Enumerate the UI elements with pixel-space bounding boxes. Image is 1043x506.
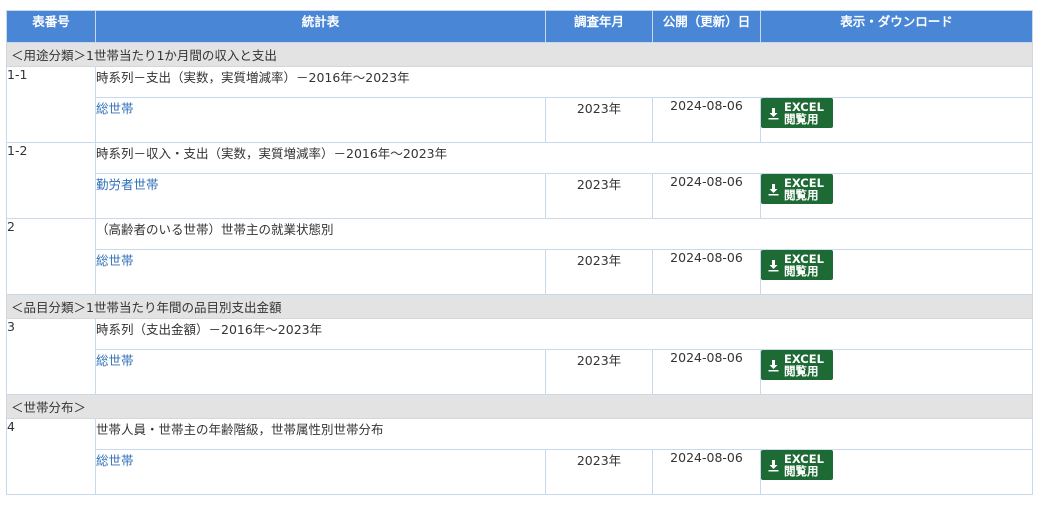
table-title: 時系列（支出金額）－2016年～2023年 [95,318,1033,350]
category-row: ＜品目分類＞1世帯当たり年間の品目別支出金額 [6,294,1033,319]
table-row: 3 時系列（支出金額）－2016年～2023年 [6,318,1033,395]
category-label: ＜用途分類＞1世帯当たり1か月間の収入と支出 [6,42,1033,67]
category-label: ＜品目分類＞1世帯当たり年間の品目別支出金額 [6,294,1033,319]
category-label: ＜世帯分布＞ [6,394,1033,419]
table-subrow: 総世帯 2023年 2024-08-06 EXCEL 閲覧用 [7,249,1033,295]
subtable-link[interactable]: 総世帯 [96,453,134,468]
table-number: 2 [6,218,96,295]
published-date: 2024-08-06 [652,449,761,495]
view-label: 閲覧用 [784,264,819,278]
excel-download-button[interactable]: EXCEL 閲覧用 [761,174,833,204]
table-number: 4 [6,418,96,495]
download-icon [768,359,779,371]
table-title: 世帯人員・世帯主の年齢階級，世帯属性別世帯分布 [95,418,1033,450]
table-subrow: 勤労者世帯 2023年 2024-08-06 EXCEL 閲覧用 [7,173,1033,219]
survey-year: 2023年 [545,349,653,395]
table-number: 1-1 [6,66,96,143]
stats-table: 表番号 統計表 調査年月 公開（更新）日 表示・ダウンロード ＜用途分類＞1世帯… [6,10,1033,495]
table-title: （高齢者のいる世帯）世帯主の就業状態別 [95,218,1033,250]
published-date: 2024-08-06 [652,97,761,143]
view-label: 閲覧用 [784,188,819,202]
stats-table-container: 表番号 統計表 調査年月 公開（更新）日 表示・ダウンロード ＜用途分類＞1世帯… [6,10,1033,495]
download-icon [768,183,779,195]
survey-year: 2023年 [545,449,653,495]
view-label: 閲覧用 [784,112,819,126]
excel-download-button[interactable]: EXCEL 閲覧用 [761,250,833,280]
header-download: 表示・ダウンロード [760,10,1033,43]
table-header-row: 表番号 統計表 調査年月 公開（更新）日 表示・ダウンロード [6,10,1033,43]
survey-year: 2023年 [545,249,653,295]
table-title: 時系列－収入・支出（実数，実質増減率）－2016年～2023年 [95,142,1033,174]
table-number: 3 [6,318,96,395]
table-row: 1-2 時系列－収入・支出（実数，実質増減率）－2016年～2023年 [6,142,1033,219]
header-published-date: 公開（更新）日 [652,10,761,43]
excel-download-button[interactable]: EXCEL 閲覧用 [761,98,833,128]
download-icon [768,459,779,471]
download-icon [768,259,779,271]
category-row: ＜用途分類＞1世帯当たり1か月間の収入と支出 [6,42,1033,67]
subtable-link[interactable]: 勤労者世帯 [96,177,159,192]
excel-download-button[interactable]: EXCEL 閲覧用 [761,350,833,380]
table-subrow: 総世帯 2023年 2024-08-06 EXCEL 閲覧用 [7,97,1033,143]
subtable-link[interactable]: 総世帯 [96,101,134,116]
table-row: 4 世帯人員・世帯主の年齢階級，世帯属性別世帯分布 [6,418,1033,495]
survey-year: 2023年 [545,173,653,219]
subtable-link[interactable]: 総世帯 [96,353,134,368]
header-table: 統計表 [95,10,546,43]
table-subrow: 総世帯 2023年 2024-08-06 EXCEL 閲覧用 [7,349,1033,395]
category-row: ＜世帯分布＞ [6,394,1033,419]
download-icon [768,107,779,119]
survey-year: 2023年 [545,97,653,143]
table-row: 1-1 時系列－支出（実数，実質増減率）－2016年～2023年 [6,66,1033,143]
view-label: 閲覧用 [784,464,819,478]
published-date: 2024-08-06 [652,349,761,395]
header-survey-period: 調査年月 [545,10,653,43]
excel-download-button[interactable]: EXCEL 閲覧用 [761,450,833,480]
table-number: 1-2 [6,142,96,219]
view-label: 閲覧用 [784,364,819,378]
table-row: 2 （高齢者のいる世帯）世帯主の就業状態別 [6,218,1033,295]
published-date: 2024-08-06 [652,173,761,219]
header-number: 表番号 [6,10,96,43]
published-date: 2024-08-06 [652,249,761,295]
table-title: 時系列－支出（実数，実質増減率）－2016年～2023年 [95,66,1033,98]
table-subrow: 総世帯 2023年 2024-08-06 EXCEL 閲覧用 [7,449,1033,495]
subtable-link[interactable]: 総世帯 [96,253,134,268]
